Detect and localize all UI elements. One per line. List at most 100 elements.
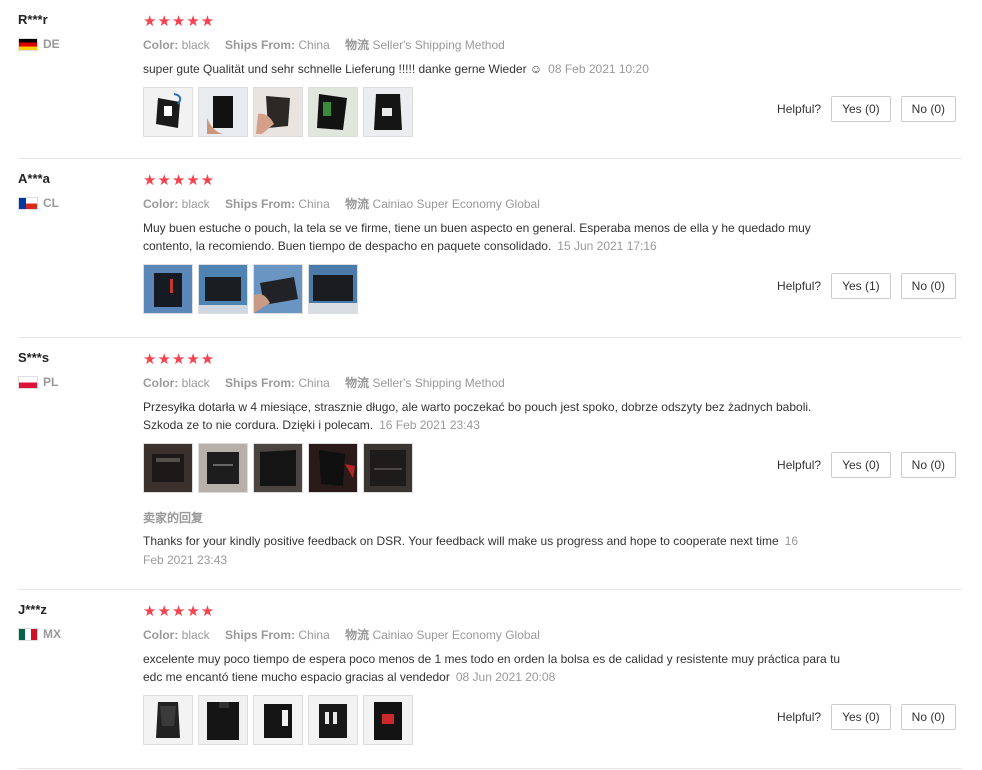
- review-photo[interactable]: [198, 87, 248, 137]
- seller-reply-body: Thanks for your kindly positive feedback…: [143, 534, 779, 548]
- helpful-label: Helpful?: [777, 102, 822, 116]
- review-photo[interactable]: [253, 264, 303, 314]
- country-code: CL: [43, 196, 59, 210]
- ships-from-value: China: [298, 376, 330, 390]
- review-photo[interactable]: [143, 443, 193, 493]
- chile-flag-icon: [18, 196, 38, 210]
- review-photo[interactable]: [198, 443, 248, 493]
- star-rating: ★★★★★: [143, 603, 216, 620]
- helpful-yes-button[interactable]: Yes (0): [831, 452, 891, 478]
- review-photo[interactable]: [308, 443, 358, 493]
- ships-from-label: Ships From:: [225, 197, 296, 211]
- reviewer-info: S***s PL: [18, 350, 128, 389]
- review-text: super gute Qualität und sehr schnelle Li…: [143, 60, 853, 78]
- helpful-yes-button[interactable]: Yes (0): [831, 96, 891, 122]
- review-item: R***r DE ★★★★★ Color: black Ships From: …: [18, 0, 962, 159]
- star-rating: ★★★★★: [143, 172, 216, 189]
- reviewer-country: MX: [18, 627, 128, 641]
- reviewer-info: A***a CL: [18, 171, 128, 210]
- review-body: Muy buen estuche o pouch, la tela se ve …: [143, 221, 811, 253]
- seller-reply-title: 卖家的回复: [143, 511, 204, 525]
- helpful-vote: Helpful? Yes (0) No (0): [777, 96, 956, 122]
- color-label: Color:: [143, 628, 179, 642]
- order-attributes: Color: black Ships From: China 物流 Cainia…: [143, 626, 962, 644]
- color-value: black: [181, 197, 210, 211]
- review-photo[interactable]: [308, 87, 358, 137]
- helpful-vote: Helpful? Yes (1) No (0): [777, 273, 956, 299]
- reviewer-name: R***r: [18, 12, 48, 27]
- order-attributes: Color: black Ships From: China 物流 Seller…: [143, 36, 962, 54]
- logistics-value: Cainiao Super Economy Global: [372, 197, 540, 211]
- review-date: 08 Jun 2021 20:08: [455, 670, 556, 684]
- helpful-no-button[interactable]: No (0): [900, 704, 956, 730]
- color-label: Color:: [143, 197, 179, 211]
- review-body: super gute Qualität und sehr schnelle Li…: [143, 62, 543, 76]
- color-label: Color:: [143, 38, 179, 52]
- review-photo[interactable]: [143, 695, 193, 745]
- reviewer-name: J***z: [18, 602, 47, 617]
- helpful-yes-button[interactable]: Yes (1): [831, 273, 891, 299]
- ships-from-label: Ships From:: [225, 628, 296, 642]
- color-value: black: [181, 38, 210, 52]
- color-label: Color:: [143, 376, 179, 390]
- review-text: Muy buen estuche o pouch, la tela se ve …: [143, 219, 853, 255]
- helpful-vote: Helpful? Yes (0) No (0): [777, 704, 956, 730]
- star-rating: ★★★★★: [143, 13, 216, 30]
- logistics-label: 物流: [345, 38, 370, 52]
- helpful-no-button[interactable]: No (0): [900, 96, 956, 122]
- ships-from-value: China: [298, 628, 330, 642]
- review-date: 08 Feb 2021 10:20: [548, 62, 649, 76]
- helpful-label: Helpful?: [777, 710, 822, 724]
- ships-from-value: China: [298, 38, 330, 52]
- helpful-vote: Helpful? Yes (0) No (0): [777, 452, 956, 478]
- review-photo[interactable]: [363, 695, 413, 745]
- ships-from-label: Ships From:: [225, 376, 296, 390]
- review-photo[interactable]: [308, 695, 358, 745]
- reviewer-country: CL: [18, 196, 128, 210]
- reviewer-info: J***z MX: [18, 602, 128, 641]
- reviewer-name: S***s: [18, 350, 50, 365]
- helpful-label: Helpful?: [777, 279, 822, 293]
- logistics-value: Seller's Shipping Method: [372, 376, 505, 390]
- logistics-label: 物流: [345, 197, 370, 211]
- poland-flag-icon: [18, 375, 38, 389]
- review-photo[interactable]: [363, 443, 413, 493]
- country-code: MX: [43, 627, 61, 641]
- review-photo[interactable]: [143, 264, 193, 314]
- ships-from-label: Ships From:: [225, 38, 296, 52]
- review-photo[interactable]: [198, 695, 248, 745]
- star-rating: ★★★★★: [143, 351, 216, 368]
- helpful-no-button[interactable]: No (0): [900, 273, 956, 299]
- order-attributes: Color: black Ships From: China 物流 Cainia…: [143, 195, 962, 213]
- helpful-yes-button[interactable]: Yes (0): [831, 704, 891, 730]
- review-item: S***s PL ★★★★★ Color: black Ships From: …: [18, 338, 962, 590]
- country-code: PL: [43, 375, 59, 389]
- reviewer-name: A***a: [18, 171, 50, 186]
- review-photo[interactable]: [363, 87, 413, 137]
- logistics-value: Seller's Shipping Method: [372, 38, 505, 52]
- review-item: A***a CL ★★★★★ Color: black Ships From: …: [18, 159, 962, 338]
- logistics-label: 物流: [345, 628, 370, 642]
- review-date: 15 Jun 2021 17:16: [557, 239, 657, 253]
- review-photo[interactable]: [253, 443, 303, 493]
- reviewer-country: PL: [18, 375, 128, 389]
- seller-reply-text: Thanks for your kindly positive feedback…: [143, 532, 813, 570]
- review-photo[interactable]: [253, 87, 303, 137]
- color-value: black: [181, 376, 210, 390]
- review-photo[interactable]: [198, 264, 248, 314]
- order-attributes: Color: black Ships From: China 物流 Seller…: [143, 374, 962, 392]
- review-photo[interactable]: [253, 695, 303, 745]
- ships-from-value: China: [298, 197, 330, 211]
- helpful-label: Helpful?: [777, 458, 822, 472]
- color-value: black: [181, 628, 210, 642]
- review-date: 16 Feb 2021 23:43: [379, 418, 480, 432]
- reviewer-country: DE: [18, 37, 128, 51]
- germany-flag-icon: [18, 37, 38, 51]
- review-photo[interactable]: [143, 87, 193, 137]
- review-text: Przesyłka dotarła w 4 miesiące, straszni…: [143, 398, 853, 434]
- country-code: DE: [43, 37, 60, 51]
- helpful-no-button[interactable]: No (0): [900, 452, 956, 478]
- review-item: J***z MX ★★★★★ Color: black Ships From: …: [18, 590, 962, 769]
- reviewer-info: R***r DE: [18, 12, 128, 51]
- review-photo[interactable]: [308, 264, 358, 314]
